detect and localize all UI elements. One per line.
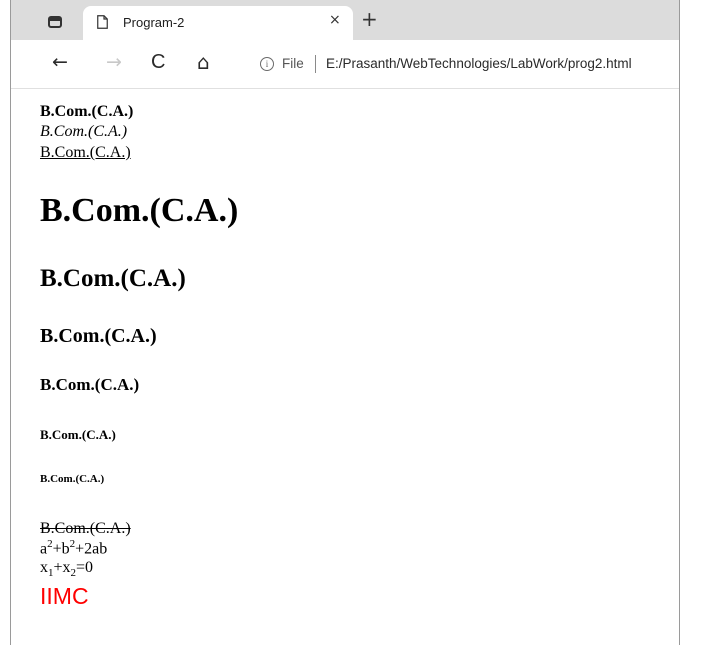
- new-tab-button[interactable]: +: [361, 8, 378, 30]
- formula-plus-x: +x: [53, 559, 71, 576]
- tab-strip: Program-2 × +: [11, 0, 679, 41]
- heading-3: B.Com.(C.A.): [40, 325, 157, 347]
- close-icon[interactable]: ×: [329, 12, 341, 28]
- iimc-text: IIMC: [40, 583, 89, 609]
- underline-text: B.Com.(C.A.): [40, 144, 131, 161]
- home-icon[interactable]: ⌂: [197, 51, 210, 73]
- back-icon[interactable]: ←: [52, 51, 68, 73]
- heading-4: B.Com.(C.A.): [40, 375, 140, 394]
- formula-x1: x: [40, 559, 48, 576]
- page-content: B.Com.(C.A.) B.Com.(C.A.) B.Com.(C.A.) B…: [11, 89, 679, 645]
- url-text[interactable]: E:/Prasanth/WebTechnologies/LabWork/prog…: [326, 56, 632, 71]
- tab-title: Program-2: [123, 15, 185, 30]
- tab-program-2[interactable]: Program-2 ×: [83, 6, 353, 40]
- formula-subscripts: x1+x2=0: [40, 559, 93, 579]
- tab-actions-icon[interactable]: [48, 16, 62, 28]
- info-icon[interactable]: i: [260, 57, 274, 71]
- formula-rest: +2ab: [75, 540, 108, 558]
- address-separator: [315, 55, 316, 73]
- formula-plus-b: +b: [52, 540, 70, 558]
- toolbar: ← → C ⌂ i File E:/Prasanth/WebTechnologi…: [11, 40, 679, 89]
- bold-text: B.Com.(C.A.): [40, 103, 134, 120]
- formula-squares: a2+b2+2ab: [40, 538, 107, 558]
- heading-5: B.Com.(C.A.): [40, 427, 116, 442]
- file-label: File: [282, 56, 304, 71]
- reload-icon[interactable]: C: [151, 51, 165, 73]
- forward-icon[interactable]: →: [106, 51, 122, 73]
- italic-text: B.Com.(C.A.): [40, 123, 128, 140]
- address-bar[interactable]: i File E:/Prasanth/WebTechnologies/LabWo…: [246, 50, 679, 80]
- formula2-rest: =0: [76, 559, 94, 576]
- heading-2: B.Com.(C.A.): [40, 265, 186, 292]
- heading-6: B.Com.(C.A.): [40, 473, 105, 485]
- browser-window: Program-2 × + ← → C ⌂ i File E:/Prasanth…: [10, 0, 680, 645]
- strikethrough-text: B.Com.(C.A.): [40, 520, 131, 537]
- heading-1: B.Com.(C.A.): [40, 192, 239, 229]
- page-icon: [97, 15, 108, 29]
